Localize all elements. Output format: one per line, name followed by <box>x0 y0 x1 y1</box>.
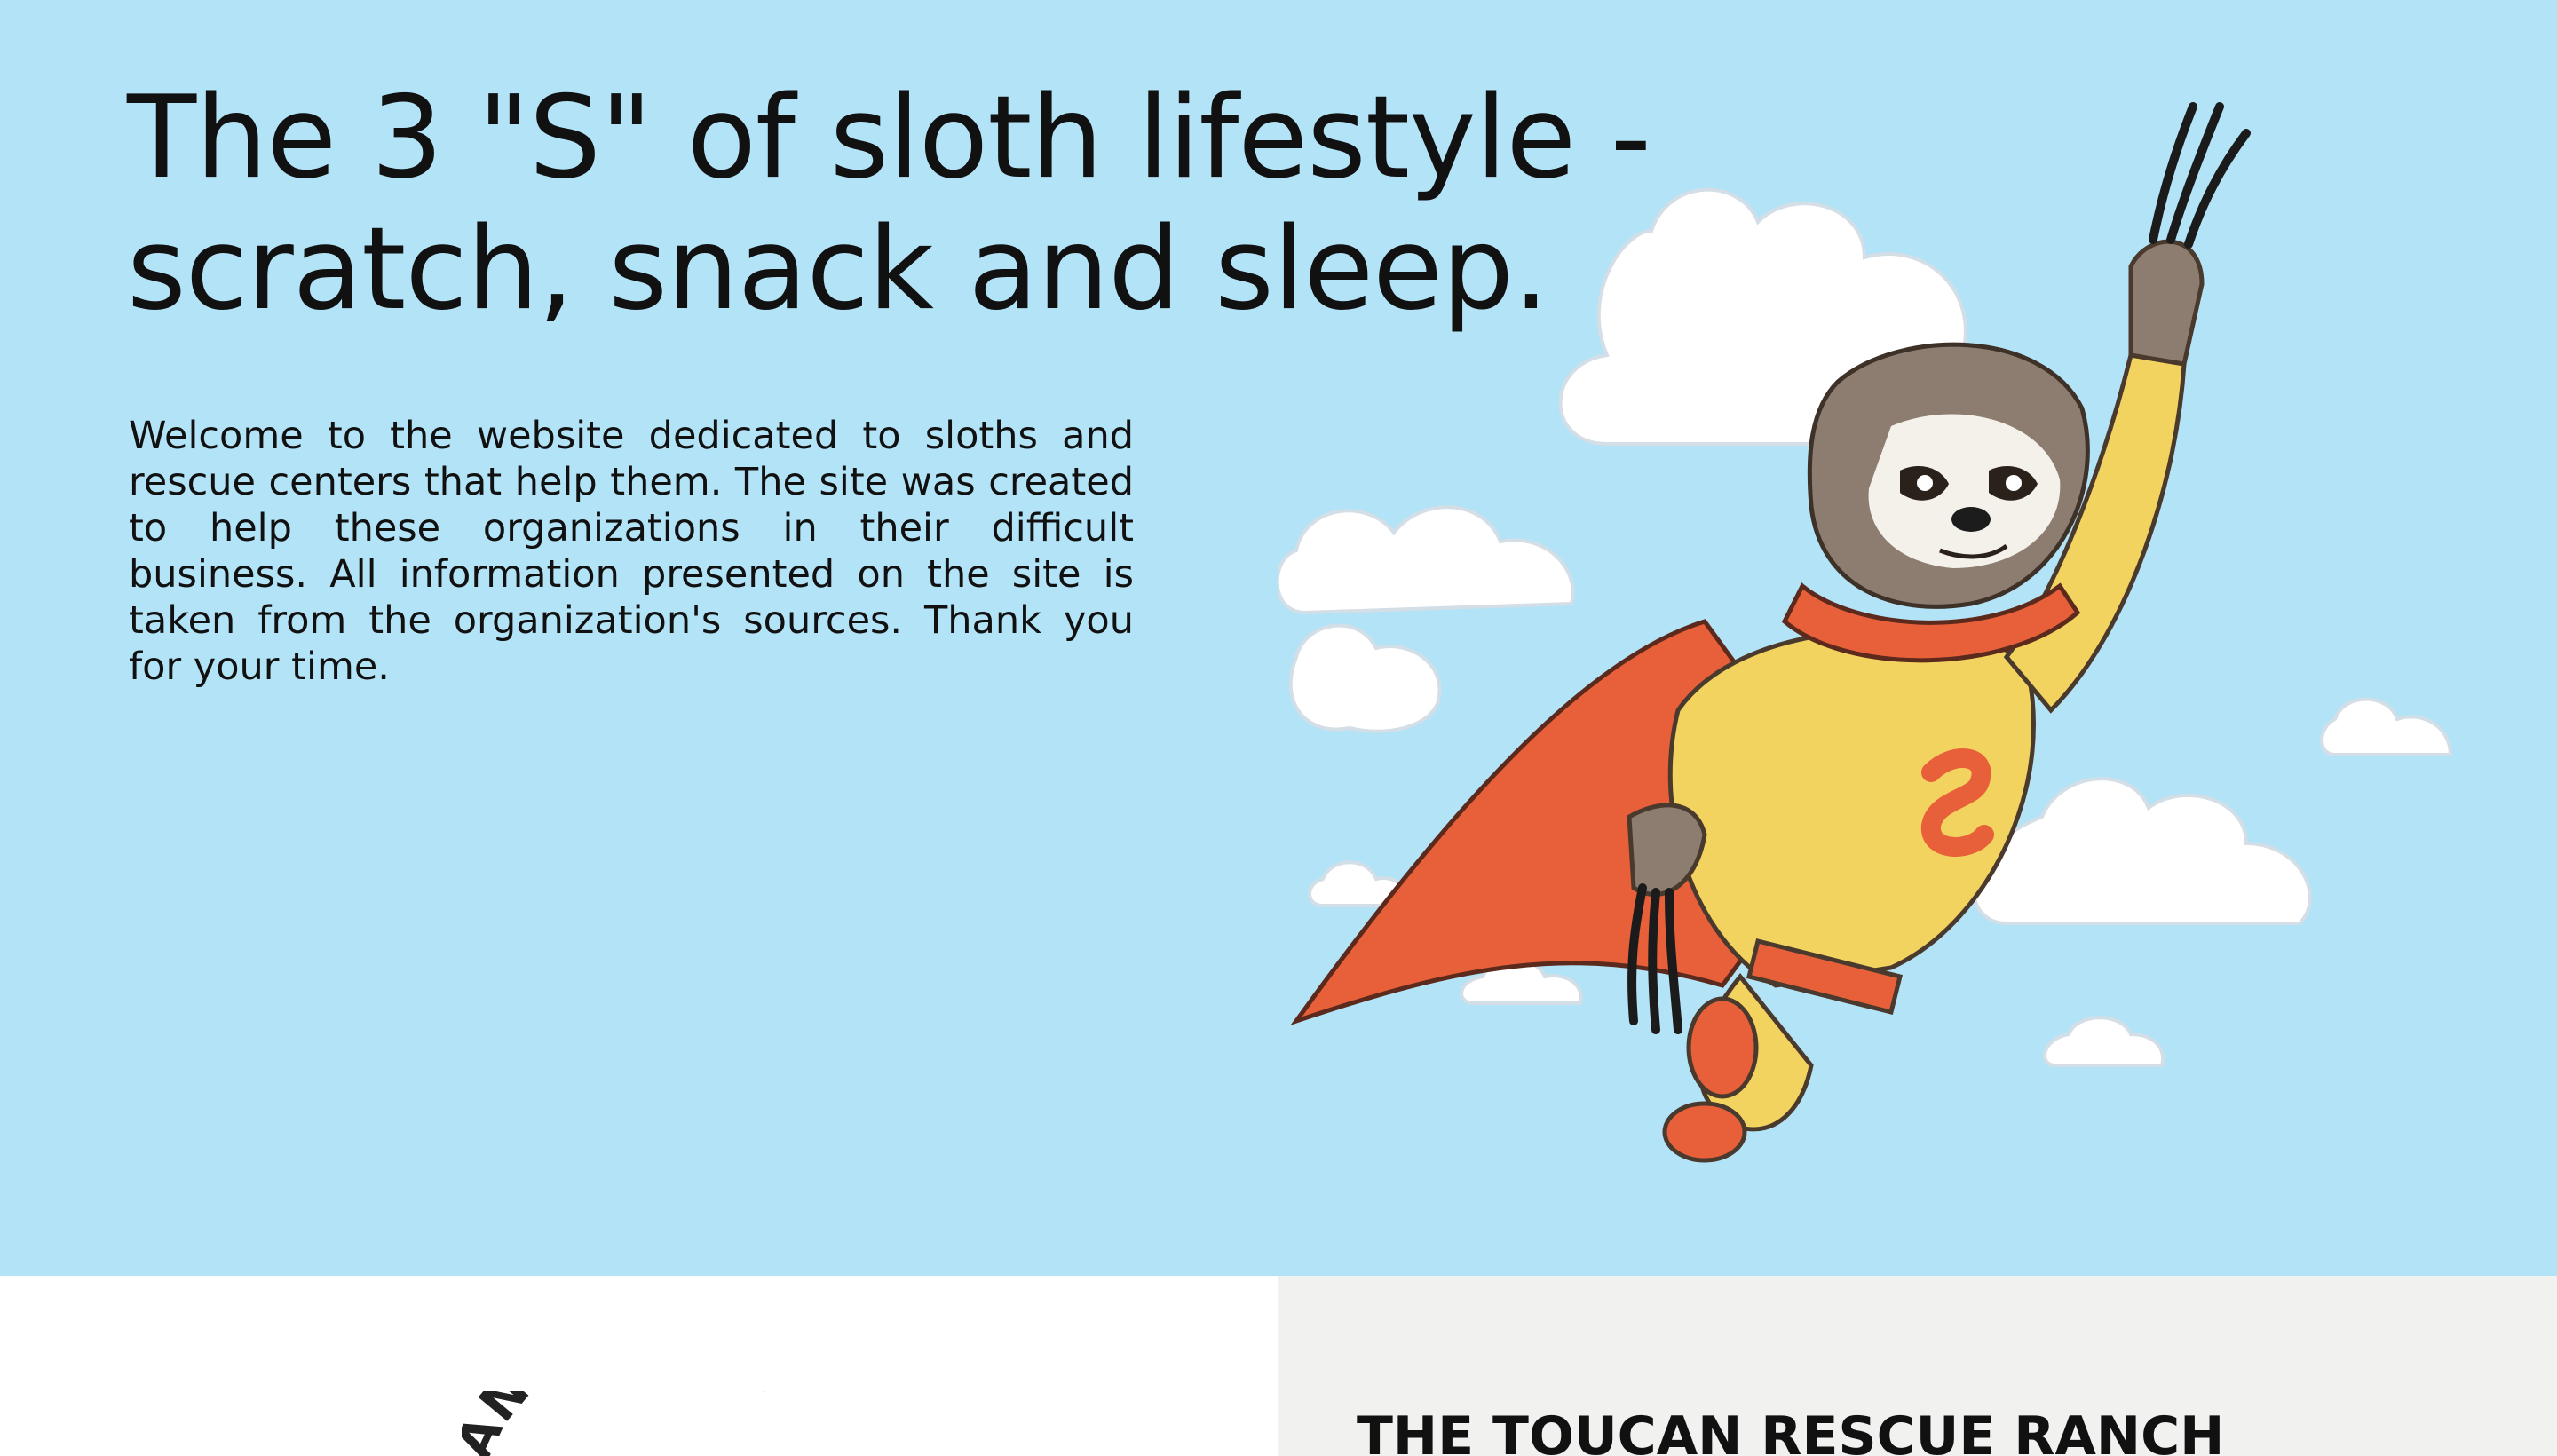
rescue-ranch-logo: AN RESCUE <box>462 1391 797 1456</box>
hero-intro-text: Welcome to the website dedicated to slot… <box>129 414 1134 689</box>
superhero-sloth-illustration <box>1278 102 2453 1163</box>
rescue-section-title: THE TOUCAN RESCUE RANCH <box>1357 1405 2225 1456</box>
sloth-head <box>1807 342 2090 609</box>
rescue-logo-panel: AN RESCUE <box>0 1276 1278 1456</box>
rescue-info-panel: THE TOUCAN RESCUE RANCH <box>1278 1276 2557 1456</box>
svg-text:AN RESCUE: AN RESCUE <box>462 1391 797 1456</box>
hero-section: The 3 "S" of sloth lifestyle - scratch, … <box>0 0 2557 1276</box>
logo-arc-text: AN RESCUE <box>462 1391 796 1456</box>
